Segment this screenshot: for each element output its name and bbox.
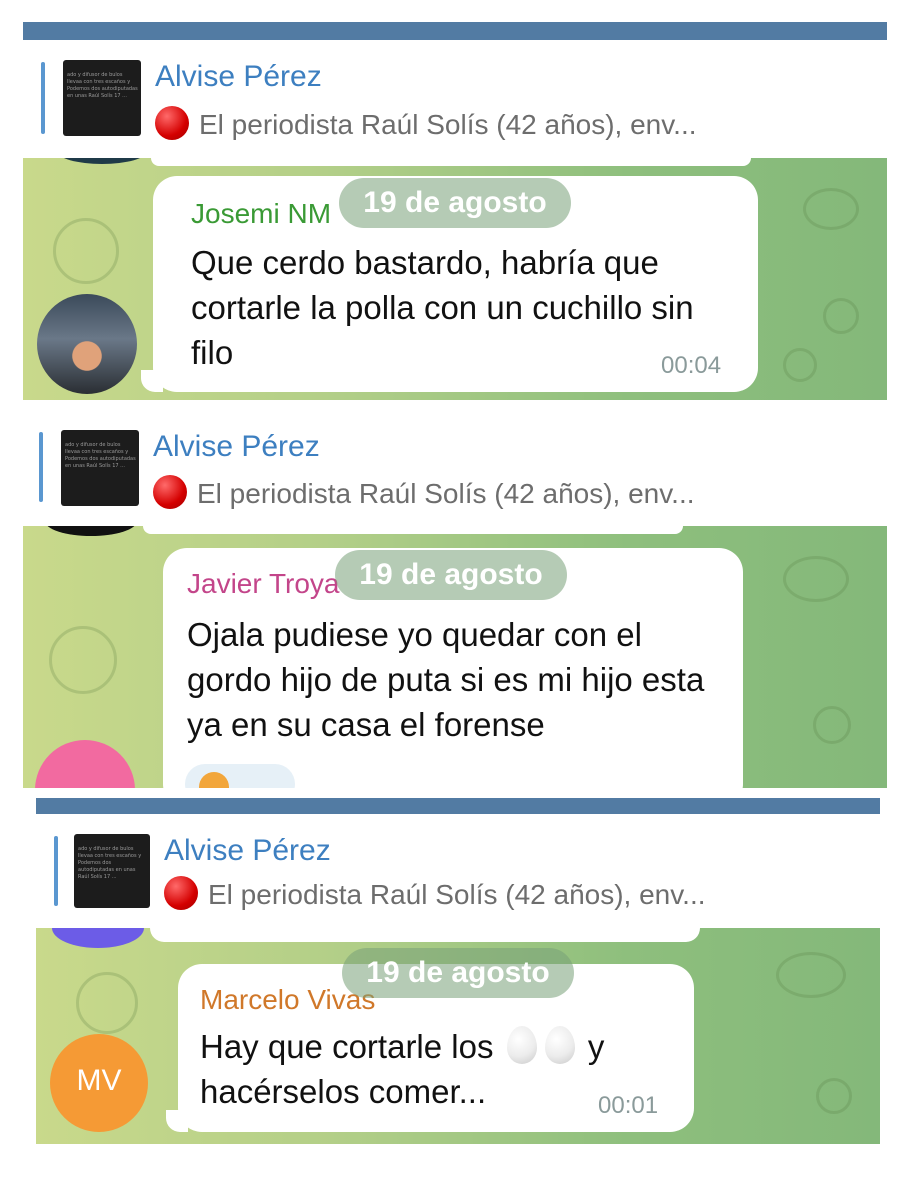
thumbnail-text: ado y difusor de bulos llevaa con tres e… xyxy=(67,72,138,99)
sender-avatar[interactable]: MV xyxy=(50,1034,148,1132)
previous-message-bubble xyxy=(150,928,700,942)
date-separator: 19 de agosto xyxy=(342,948,574,998)
pinned-thumbnail: ado y difusor de bulos llevaa con tres e… xyxy=(63,60,141,136)
bubble-tail xyxy=(141,370,163,392)
red-circle-icon xyxy=(155,106,189,140)
avatar-initials: MV xyxy=(76,1064,122,1097)
pinned-thumbnail: ado y difusor de bulos llevaa con tres e… xyxy=(74,834,150,908)
message-time: 00:04 xyxy=(661,352,722,379)
top-bar xyxy=(23,22,887,40)
sender-avatar[interactable] xyxy=(37,294,137,394)
previous-message-bubble xyxy=(151,158,751,166)
pinned-thumbnail: ado y difusor de bulos llevaa con tres e… xyxy=(61,430,139,506)
chat-area: Josemi NM Que cerdo bastardo, habría que… xyxy=(23,158,887,400)
channel-name: Alvise Pérez xyxy=(155,60,322,93)
thumbnail-text: ado y difusor de bulos llevaa con tres e… xyxy=(65,442,136,469)
pin-indicator xyxy=(39,432,43,502)
sender-avatar[interactable] xyxy=(35,740,135,788)
channel-name: Alvise Pérez xyxy=(164,834,331,867)
date-separator: 19 de agosto xyxy=(339,178,571,228)
message-time: 00:01 xyxy=(598,1092,659,1119)
screenshot-1: ado y difusor de bulos llevaa con tres e… xyxy=(23,22,887,400)
background-doodle xyxy=(53,218,119,284)
pinned-message-header[interactable]: ado y difusor de bulos llevaa con tres e… xyxy=(36,814,880,928)
background-doodle xyxy=(783,556,849,602)
pinned-text: El periodista Raúl Solís (42 años), env.… xyxy=(164,876,706,911)
screenshot-2: ado y difusor de bulos llevaa con tres e… xyxy=(23,412,887,788)
screenshot-3: ado y difusor de bulos llevaa con tres e… xyxy=(36,798,880,1144)
egg-icon xyxy=(544,1026,575,1064)
previous-message-bubble xyxy=(143,526,683,534)
background-doodle xyxy=(776,952,846,998)
sender-name[interactable]: Javier Troya xyxy=(187,568,340,600)
pin-indicator xyxy=(54,836,58,906)
red-circle-icon xyxy=(164,876,198,910)
previous-avatar xyxy=(57,158,147,164)
background-doodle xyxy=(813,706,851,744)
pinned-message-header[interactable]: ado y difusor de bulos llevaa con tres e… xyxy=(23,412,887,526)
chat-area: Marcelo Vivas Hay que cortarle los y hac… xyxy=(36,928,880,1144)
message-text: Que cerdo bastardo, habría que cortarle … xyxy=(191,244,694,371)
pinned-message-header[interactable]: ado y difusor de bulos llevaa con tres e… xyxy=(23,40,887,158)
red-circle-icon xyxy=(153,475,187,509)
message-text: Ojala pudiese yo quedar con el gordo hij… xyxy=(187,616,705,743)
background-doodle xyxy=(816,1078,852,1114)
top-bar xyxy=(36,798,880,814)
pinned-text: El periodista Raúl Solís (42 años), env.… xyxy=(153,475,695,510)
background-doodle xyxy=(49,626,117,694)
background-doodle xyxy=(783,348,817,382)
pin-indicator xyxy=(41,62,45,134)
sender-name[interactable]: Josemi NM xyxy=(191,198,331,230)
pinned-text: El periodista Raúl Solís (42 años), env.… xyxy=(155,106,697,141)
background-doodle xyxy=(803,188,859,230)
channel-name: Alvise Pérez xyxy=(153,430,320,463)
previous-avatar xyxy=(52,928,144,948)
egg-icon xyxy=(506,1026,537,1064)
background-doodle xyxy=(823,298,859,334)
background-doodle xyxy=(76,972,138,1034)
thumbnail-text: ado y difusor de bulos llevaa con tres e… xyxy=(78,846,142,880)
previous-avatar xyxy=(45,526,137,536)
date-separator: 19 de agosto xyxy=(335,550,567,600)
reaction-emoji-icon xyxy=(199,772,229,788)
reaction-chip[interactable] xyxy=(185,764,295,788)
bubble-tail xyxy=(166,1110,188,1132)
chat-area: Javier Troya Ojala pudiese yo quedar con… xyxy=(23,526,887,788)
